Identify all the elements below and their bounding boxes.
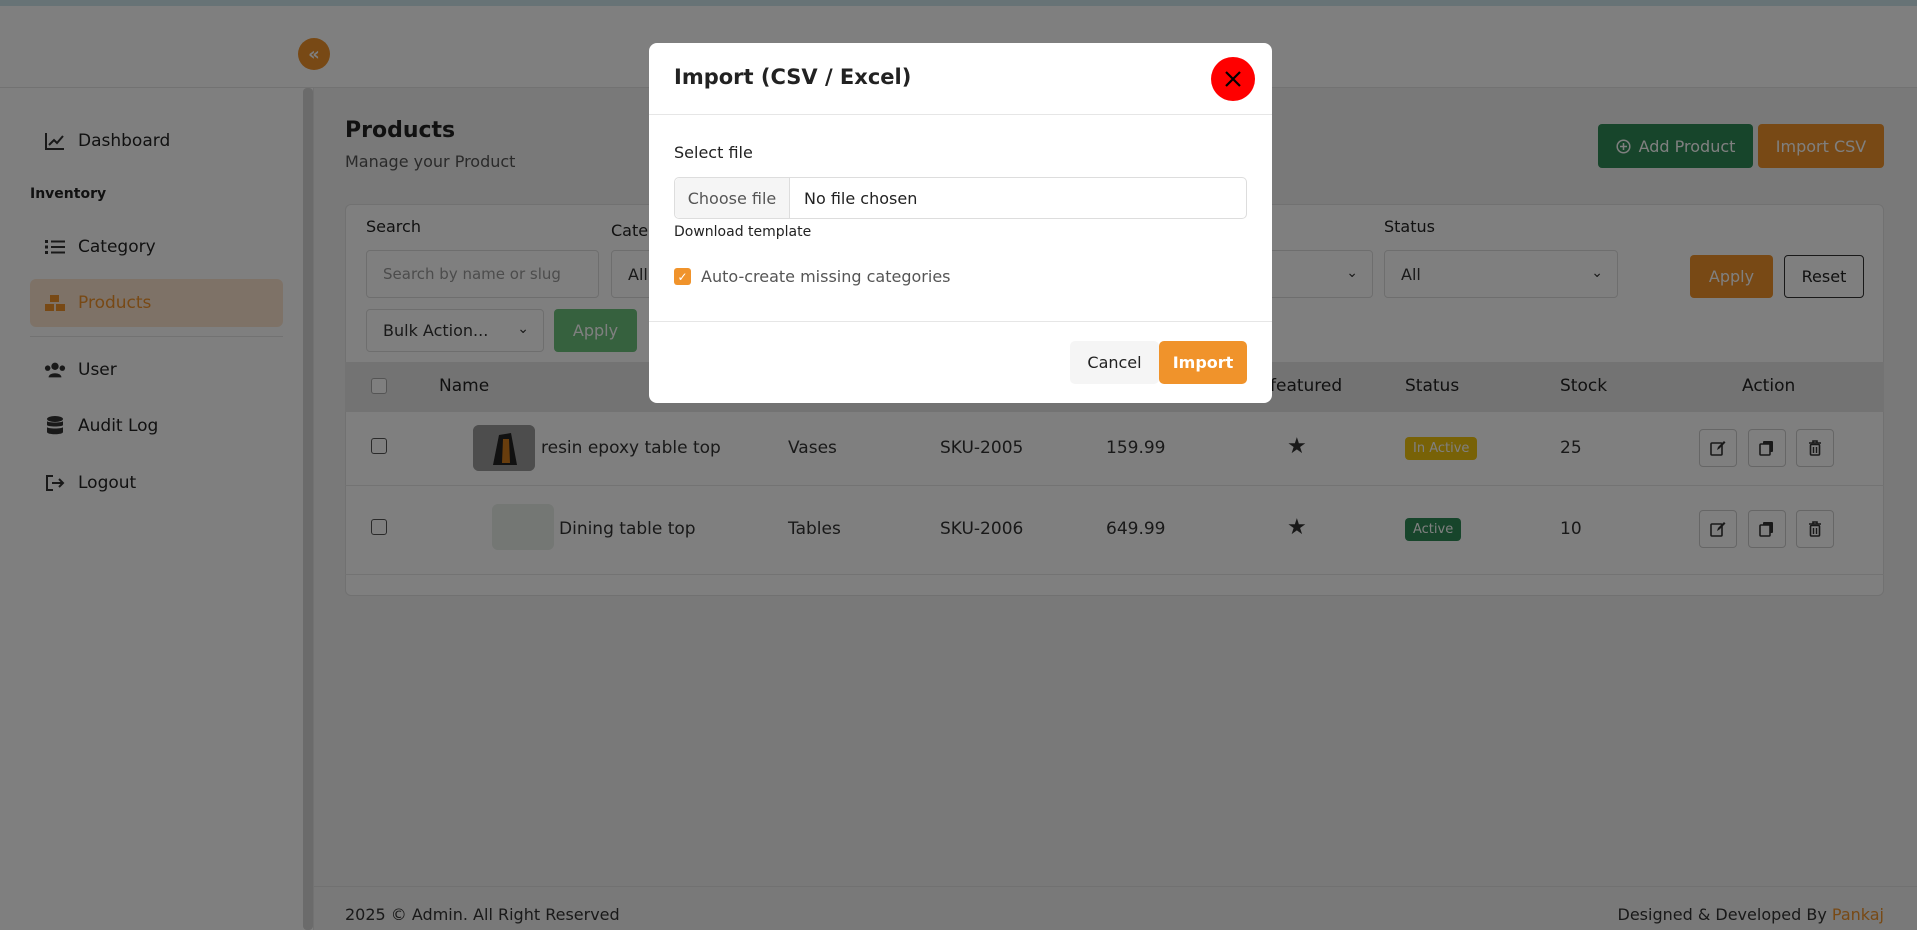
cancel-button[interactable]: Cancel — [1070, 341, 1159, 384]
download-template-link[interactable]: Download template — [674, 224, 811, 240]
auto-create-label: Auto-create missing categories — [701, 267, 951, 286]
select-file-label: Select file — [674, 143, 753, 162]
file-input[interactable]: Choose file No file chosen — [674, 177, 1247, 219]
auto-create-checkbox[interactable]: ✓ — [674, 268, 691, 285]
modal-title: Import (CSV / Excel) — [674, 65, 912, 89]
auto-create-checkbox-row[interactable]: ✓ Auto-create missing categories — [674, 267, 951, 286]
modal-footer-divider — [649, 321, 1272, 322]
modal-close-button[interactable] — [1211, 57, 1255, 101]
modal-header-divider — [649, 114, 1272, 115]
choose-file-button[interactable]: Choose file — [675, 178, 790, 218]
import-button[interactable]: Import — [1159, 341, 1247, 384]
import-modal: Import (CSV / Excel) Select file Choose … — [649, 43, 1272, 403]
close-icon — [1225, 71, 1241, 87]
file-status: No file chosen — [804, 188, 918, 208]
